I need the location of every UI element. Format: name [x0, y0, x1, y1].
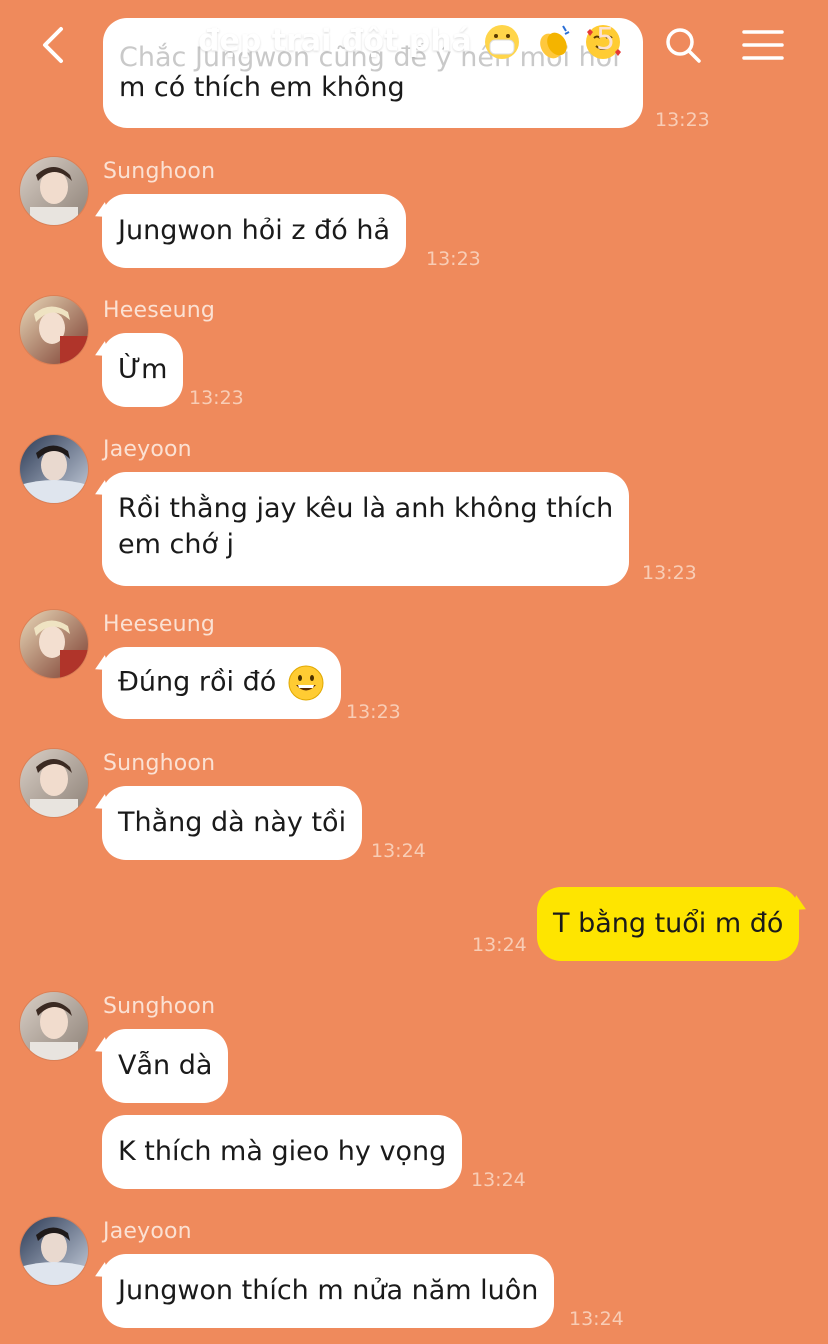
message-time: 13:23	[642, 562, 697, 584]
message-time: 13:23	[426, 248, 481, 270]
my-message-bubble[interactable]: T bằng tuổi m đó	[537, 887, 800, 961]
back-button[interactable]	[28, 20, 78, 70]
message-time: 13:24	[371, 840, 426, 862]
chat-title: đẹp trai đột phá	[198, 22, 623, 62]
search-icon	[666, 28, 701, 63]
message-time: 13:23	[189, 387, 244, 409]
message-bubble[interactable]: Rồi thằng jay kêu là anh không thích em …	[102, 472, 630, 586]
message-text: Jungwon hỏi z đó hả	[118, 215, 390, 246]
sender-name: Heeseung	[103, 612, 216, 637]
avatar[interactable]	[20, 296, 88, 364]
sender-name: Jaeyoon	[103, 437, 192, 462]
sender-name: Heeseung	[103, 298, 216, 323]
message-time: 13:24	[569, 1308, 624, 1330]
sender-name: Sunghoon	[103, 159, 216, 184]
hamburger-menu-icon	[742, 30, 784, 60]
message-text: Đúng rồi đó	[118, 666, 277, 698]
message-text: Rồi thằng jay kêu là anh không thích	[118, 493, 614, 524]
avatar[interactable]	[20, 992, 88, 1060]
message-time: 13:23	[655, 109, 710, 131]
menu-button[interactable]	[738, 20, 788, 70]
search-button[interactable]	[658, 20, 708, 70]
avatar[interactable]	[20, 610, 88, 678]
message-text: em chớ j	[118, 529, 235, 560]
sender-name: Jaeyoon	[103, 1219, 192, 1244]
message-text: Thằng dà này tồi	[118, 807, 347, 838]
avatar[interactable]	[20, 1217, 88, 1285]
avatar[interactable]	[20, 749, 88, 817]
member-count: 5	[596, 22, 616, 57]
message-time: 13:23	[346, 701, 401, 723]
message-time: 13:24	[471, 1169, 526, 1191]
sender-name: Sunghoon	[103, 994, 216, 1019]
message-time: 13:24	[472, 934, 527, 956]
avatar[interactable]	[20, 435, 88, 503]
message-bubble[interactable]: K thích mà gieo hy vọng	[102, 1115, 463, 1189]
avatar[interactable]	[20, 157, 88, 225]
clapping-hands-emoji	[539, 25, 570, 59]
message-bubble[interactable]: Jungwon thích m nửa năm luôn	[102, 1254, 555, 1328]
sender-name: Sunghoon	[103, 751, 216, 776]
message-text: T bằng tuổi m đó	[553, 908, 784, 939]
message-bubble[interactable]: Vẫn dà	[102, 1029, 229, 1103]
chat-title-text: đẹp trai đột phá	[198, 23, 472, 59]
chat-header: đẹp trai đột phá 5	[0, 0, 828, 90]
message-bubble[interactable]: Jungwon hỏi z đó hả	[102, 194, 406, 268]
chevron-left-icon	[43, 27, 63, 63]
message-bubble[interactable]: Đúng rồi đó	[102, 647, 341, 719]
message-bubble[interactable]: Ừm	[102, 333, 184, 407]
message-text: Jungwon thích m nửa năm luôn	[118, 1275, 539, 1306]
mask-face-emoji	[485, 25, 520, 59]
message-text: K thích mà gieo hy vọng	[118, 1136, 447, 1167]
message-text: Vẫn dà	[118, 1050, 213, 1081]
message-bubble[interactable]: Thằng dà này tồi	[102, 786, 363, 860]
grinning-face-emoji	[288, 665, 324, 701]
message-text: Ừm	[118, 354, 168, 385]
